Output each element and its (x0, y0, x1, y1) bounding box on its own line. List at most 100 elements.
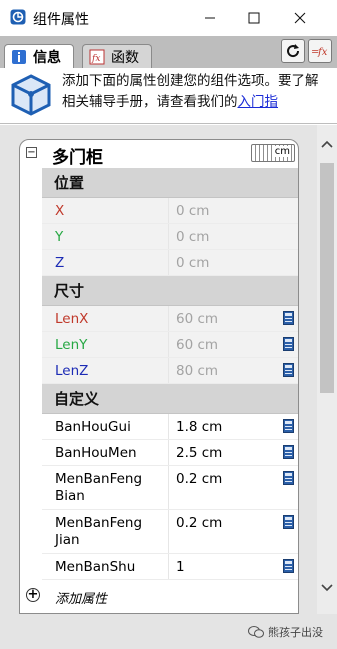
wechat-icon (248, 626, 264, 638)
getting-started-link[interactable]: 入门指 (238, 94, 279, 110)
section-position[interactable]: 位置 (42, 168, 298, 198)
attr-value-cell[interactable]: 80 cm (169, 358, 298, 383)
close-button[interactable] (286, 4, 314, 32)
attr-name[interactable]: MenBanShu (42, 554, 169, 579)
attr-value-cell[interactable]: 1 (169, 554, 298, 579)
attr-value[interactable]: 80 cm (176, 363, 218, 379)
attr-value[interactable]: 0 cm (169, 224, 298, 249)
attr-name: Z (42, 250, 169, 275)
add-attribute-label[interactable]: 添加属性 (55, 588, 107, 607)
attr-row-menbanshu[interactable]: MenBanShu 1 (42, 554, 298, 580)
attr-value[interactable]: 2.5 cm (176, 445, 222, 461)
component-header: − 多门柜 cm (20, 140, 298, 168)
calculator-icon[interactable] (283, 363, 294, 377)
tab-info-label: 信息 (33, 50, 61, 66)
attr-row-lenz[interactable]: LenZ 80 cm (42, 358, 298, 384)
fx-remove-icon: = fx (311, 47, 328, 58)
component-panel: − 多门柜 cm 位置 X 0 cm Y 0 cm Z 0 cm 尺寸 LenX (19, 139, 299, 614)
calculator-icon[interactable] (283, 559, 294, 573)
attr-value-cell[interactable]: 1.8 cm (169, 414, 298, 439)
calculator-icon[interactable] (283, 471, 294, 485)
attr-name[interactable]: BanHouGui (42, 414, 169, 439)
title-bar: 组件属性 (0, 0, 337, 36)
chevron-up-icon (321, 140, 333, 148)
attr-name: LenY (42, 332, 169, 357)
attr-row-x[interactable]: X 0 cm (42, 198, 298, 224)
attr-value[interactable]: 0.2 cm (176, 471, 222, 487)
vertical-scrollbar[interactable] (317, 125, 337, 614)
attr-value[interactable]: 60 cm (176, 337, 218, 353)
chevron-down-icon (321, 584, 333, 592)
attr-value-cell[interactable]: 60 cm (169, 332, 298, 357)
function-icon: fx (89, 49, 105, 64)
calculator-icon[interactable] (283, 311, 294, 325)
attr-name: LenX (42, 306, 169, 331)
attr-name: LenZ (42, 358, 169, 383)
attr-row-banhougui[interactable]: BanHouGui 1.8 cm (42, 414, 298, 440)
attr-value[interactable]: 0 cm (169, 250, 298, 275)
attr-name[interactable]: MenBanFeng Jian (42, 510, 169, 553)
attr-value-cell[interactable]: 2.5 cm (169, 440, 298, 465)
attr-value[interactable]: 0 cm (169, 198, 298, 223)
refresh-icon (287, 44, 300, 58)
collapse-toggle[interactable]: − (26, 147, 37, 158)
calculator-icon[interactable] (283, 445, 294, 459)
section-custom[interactable]: 自定义 (42, 384, 298, 414)
attr-row-y[interactable]: Y 0 cm (42, 224, 298, 250)
section-size[interactable]: 尺寸 (42, 276, 298, 306)
close-icon (294, 12, 306, 24)
refresh-button[interactable] (281, 39, 305, 63)
maximize-button[interactable] (240, 4, 268, 32)
attribute-rows: 位置 X 0 cm Y 0 cm Z 0 cm 尺寸 LenX 60 cm Le… (42, 168, 298, 580)
calculator-icon[interactable] (283, 419, 294, 433)
watermark: 熊孩子出没 (248, 624, 323, 640)
tab-functions[interactable]: fx 函数 (82, 44, 152, 68)
attr-value-cell[interactable]: 60 cm (169, 306, 298, 331)
attr-row-lenx[interactable]: LenX 60 cm (42, 306, 298, 332)
scroll-down-button[interactable] (320, 581, 334, 595)
maximize-icon (248, 12, 260, 24)
add-attribute-icon[interactable]: + (26, 588, 40, 602)
tab-info[interactable]: 信息 (4, 44, 74, 69)
attr-row-leny[interactable]: LenY 60 cm (42, 332, 298, 358)
attr-value[interactable]: 60 cm (176, 311, 218, 327)
attr-name[interactable]: BanHouMen (42, 440, 169, 465)
attr-row-banhoumen[interactable]: BanHouMen 2.5 cm (42, 440, 298, 466)
component-name: 多门柜 (52, 148, 103, 168)
attr-value[interactable]: 1 (176, 559, 185, 575)
attr-row-z[interactable]: Z 0 cm (42, 250, 298, 276)
remove-formula-button[interactable]: = fx (308, 39, 332, 63)
attr-name[interactable]: MenBanFeng Bian (42, 466, 169, 509)
window-title: 组件属性 (33, 12, 89, 28)
tab-bar: 信息 fx 函数 = fx (0, 36, 337, 69)
info-banner: 添加下面的属性创建您的组件选项。要了解相关辅导手册，请查看我们的入门指 (0, 68, 337, 124)
attr-value-cell[interactable]: 0.2 cm (169, 510, 298, 553)
calculator-icon[interactable] (283, 337, 294, 351)
attributes-area: − 多门柜 cm 位置 X 0 cm Y 0 cm Z 0 cm 尺寸 LenX (0, 125, 337, 614)
unit-label: cm (273, 146, 291, 157)
attr-row-menbanfengbian[interactable]: MenBanFeng Bian 0.2 cm (42, 466, 298, 510)
attr-name: X (42, 198, 169, 223)
svg-text:fx: fx (91, 54, 100, 64)
scroll-up-button[interactable] (320, 137, 334, 151)
unit-selector[interactable]: cm (251, 144, 295, 162)
watermark-text: 熊孩子出没 (268, 626, 323, 639)
attr-value[interactable]: 0.2 cm (176, 515, 222, 531)
attr-value[interactable]: 1.8 cm (176, 419, 222, 435)
tab-functions-label: 函数 (111, 49, 139, 66)
attr-row-menbanfengjian[interactable]: MenBanFeng Jian 0.2 cm (42, 510, 298, 554)
minimize-button[interactable] (196, 4, 224, 32)
calculator-icon[interactable] (283, 515, 294, 529)
footer-bar: 熊孩子出没 (0, 614, 337, 649)
banner-description: 添加下面的属性创建您的组件选项。要了解相关辅导手册，请查看我们的 (62, 73, 319, 110)
minimize-icon (205, 17, 215, 19)
sketchup-app-icon (10, 9, 26, 25)
banner-text: 添加下面的属性创建您的组件选项。要了解相关辅导手册，请查看我们的入门指 (62, 71, 330, 113)
component-cube-icon (11, 74, 51, 116)
add-attribute-row[interactable]: + 添加属性 (20, 583, 298, 609)
scroll-thumb[interactable] (320, 163, 334, 393)
info-icon (12, 50, 26, 64)
attr-value-cell[interactable]: 0.2 cm (169, 466, 298, 509)
svg-text:fx: fx (317, 47, 328, 58)
attr-name: Y (42, 224, 169, 249)
